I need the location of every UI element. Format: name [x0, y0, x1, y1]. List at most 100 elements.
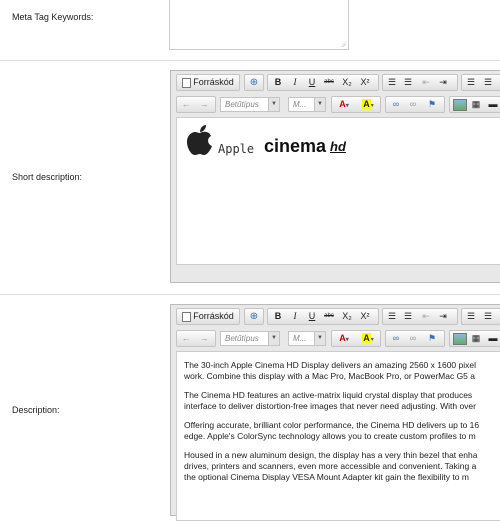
align-left-icon[interactable]: ☰ — [465, 76, 477, 90]
source-group: Forráskód — [176, 308, 240, 325]
logo-cinema-text: cinema — [264, 136, 327, 156]
superscript-button[interactable]: X² — [358, 76, 372, 90]
horizontal-rule-icon[interactable]: ▬ — [487, 98, 499, 112]
align-center-icon[interactable]: ☰ — [482, 76, 494, 90]
table-icon[interactable]: ▦ — [470, 98, 482, 112]
undo-group: ← → — [176, 96, 216, 113]
format-group: B I U abc X₂ X² — [267, 308, 379, 325]
chevron-down-icon: ▼ — [314, 98, 325, 111]
short-description-content[interactable]: Apple cinema hd — [176, 117, 500, 265]
numbered-list-icon[interactable]: ☰ — [386, 310, 398, 324]
resize-grip-icon[interactable] — [340, 41, 346, 47]
undo-group: ← → — [176, 330, 216, 347]
preview-group: ⊕ — [244, 308, 264, 325]
editor-toolbar-row-1: Forráskód ⊕ B I U abc X₂ X² ☰ ☰ ⇤ ⇥ ☰ ☰ — [171, 307, 500, 327]
indent-icon[interactable]: ⇥ — [437, 310, 449, 324]
unlink-icon[interactable]: ∞ — [406, 332, 420, 346]
bg-color-icon[interactable]: A▾ — [358, 98, 378, 112]
editor-toolbar-row-1: Forráskód ⊕ B I U abc X₂ X² ☰ ☰ ⇤ ⇥ ☰ ☰ — [171, 73, 500, 93]
description-editor[interactable]: Forráskód ⊕ B I U abc X₂ X² ☰ ☰ ⇤ ⇥ ☰ ☰ … — [170, 304, 500, 521]
chevron-down-icon: ▼ — [268, 332, 279, 345]
insert-group: ▦ ▬ — [449, 96, 500, 113]
description-paragraph: The Cinema HD features an active-matrix … — [184, 390, 476, 411]
bg-color-icon[interactable]: A▾ — [358, 332, 378, 346]
numbered-list-icon[interactable]: ☰ — [386, 76, 398, 90]
align-left-icon[interactable]: ☰ — [465, 310, 477, 324]
editor-toolbar-row-2: ← → Betűtípus ▼ M... ▼ A▾ A▾ ∞ ∞ ⚑ ▦ ▬ — [171, 96, 500, 116]
list-group: ☰ ☰ ⇤ ⇥ — [382, 74, 458, 91]
source-button[interactable]: Forráskód — [179, 310, 237, 324]
meta-keywords-row: Meta Tag Keywords: — [0, 0, 500, 61]
editor-toolbar-row-2: ← → Betűtípus ▼ M... ▼ A▾ A▾ ∞ ∞ ⚑ ▦ ▬ — [171, 330, 500, 350]
text-color-icon[interactable]: A▾ — [334, 332, 354, 346]
align-center-icon[interactable]: ☰ — [482, 310, 494, 324]
strike-button[interactable]: abc — [322, 310, 336, 324]
image-icon[interactable] — [453, 333, 467, 345]
italic-button[interactable]: I — [289, 310, 301, 324]
font-select[interactable]: Betűtípus ▼ — [220, 331, 280, 346]
strike-button[interactable]: abc — [322, 76, 336, 90]
bullet-list-icon[interactable]: ☰ — [402, 76, 414, 90]
redo-icon[interactable]: → — [198, 98, 210, 112]
font-select[interactable]: Betűtípus ▼ — [220, 97, 280, 112]
chevron-down-icon: ▼ — [314, 332, 325, 345]
align-group: ☰ ☰ — [461, 308, 500, 325]
meta-keywords-textarea[interactable] — [169, 0, 349, 50]
apple-cinema-logo: Apple cinema hd — [187, 124, 387, 164]
chevron-down-icon: ▼ — [268, 98, 279, 111]
text-color-icon[interactable]: A▾ — [334, 98, 354, 112]
underline-button[interactable]: U — [306, 76, 318, 90]
link-group: ∞ ∞ ⚑ — [385, 330, 445, 347]
outdent-icon[interactable]: ⇤ — [420, 310, 432, 324]
size-select[interactable]: M... ▼ — [288, 331, 326, 346]
link-icon[interactable]: ∞ — [389, 332, 403, 346]
link-group: ∞ ∞ ⚑ — [385, 96, 445, 113]
format-group: B I U abc X₂ X² — [267, 74, 379, 91]
horizontal-rule-icon[interactable]: ▬ — [487, 332, 499, 346]
image-icon[interactable] — [453, 99, 467, 111]
description-row: Description: Forráskód ⊕ B I U abc X₂ X²… — [0, 294, 500, 521]
source-button[interactable]: Forráskód — [179, 76, 237, 90]
size-select[interactable]: M... ▼ — [288, 97, 326, 112]
description-content[interactable]: The 30-inch Apple Cinema HD Display deli… — [176, 351, 500, 521]
undo-icon[interactable]: ← — [180, 332, 192, 346]
bold-button[interactable]: B — [272, 310, 284, 324]
meta-keywords-label: Meta Tag Keywords: — [12, 12, 94, 22]
color-group: A▾ A▾ — [331, 96, 381, 113]
source-icon — [182, 311, 192, 322]
outdent-icon[interactable]: ⇤ — [420, 76, 432, 90]
unlink-icon[interactable]: ∞ — [406, 98, 420, 112]
bold-button[interactable]: B — [272, 76, 284, 90]
italic-button[interactable]: I — [289, 76, 301, 90]
superscript-button[interactable]: X² — [358, 310, 372, 324]
subscript-button[interactable]: X₂ — [340, 310, 354, 324]
description-paragraph: The 30-inch Apple Cinema HD Display deli… — [184, 360, 476, 381]
link-icon[interactable]: ∞ — [389, 98, 403, 112]
anchor-flag-icon[interactable]: ⚑ — [425, 332, 439, 346]
subscript-button[interactable]: X₂ — [340, 76, 354, 90]
short-description-row: Short description: Forráskód ⊕ B I U abc… — [0, 60, 500, 295]
globe-icon[interactable]: ⊕ — [248, 76, 260, 90]
logo-apple-text: Apple — [218, 142, 255, 156]
list-group: ☰ ☰ ⇤ ⇥ — [382, 308, 458, 325]
insert-group: ▦ ▬ — [449, 330, 500, 347]
preview-group: ⊕ — [244, 74, 264, 91]
bullet-list-icon[interactable]: ☰ — [402, 310, 414, 324]
align-group: ☰ ☰ — [461, 74, 500, 91]
short-description-editor[interactable]: Forráskód ⊕ B I U abc X₂ X² ☰ ☰ ⇤ ⇥ ☰ ☰ … — [170, 70, 500, 283]
table-icon[interactable]: ▦ — [470, 332, 482, 346]
source-group: Forráskód — [176, 74, 240, 91]
description-paragraph: Housed in a new aluminum design, the dis… — [184, 450, 478, 482]
underline-button[interactable]: U — [306, 310, 318, 324]
apple-logo-icon — [187, 125, 212, 155]
undo-icon[interactable]: ← — [180, 98, 192, 112]
logo-hd-text: hd — [330, 139, 346, 154]
indent-icon[interactable]: ⇥ — [437, 76, 449, 90]
color-group: A▾ A▾ — [331, 330, 381, 347]
source-icon — [182, 77, 192, 88]
globe-icon[interactable]: ⊕ — [248, 310, 260, 324]
redo-icon[interactable]: → — [198, 332, 210, 346]
short-description-label: Short description: — [12, 172, 83, 182]
description-label: Description: — [12, 405, 60, 415]
anchor-flag-icon[interactable]: ⚑ — [425, 98, 439, 112]
